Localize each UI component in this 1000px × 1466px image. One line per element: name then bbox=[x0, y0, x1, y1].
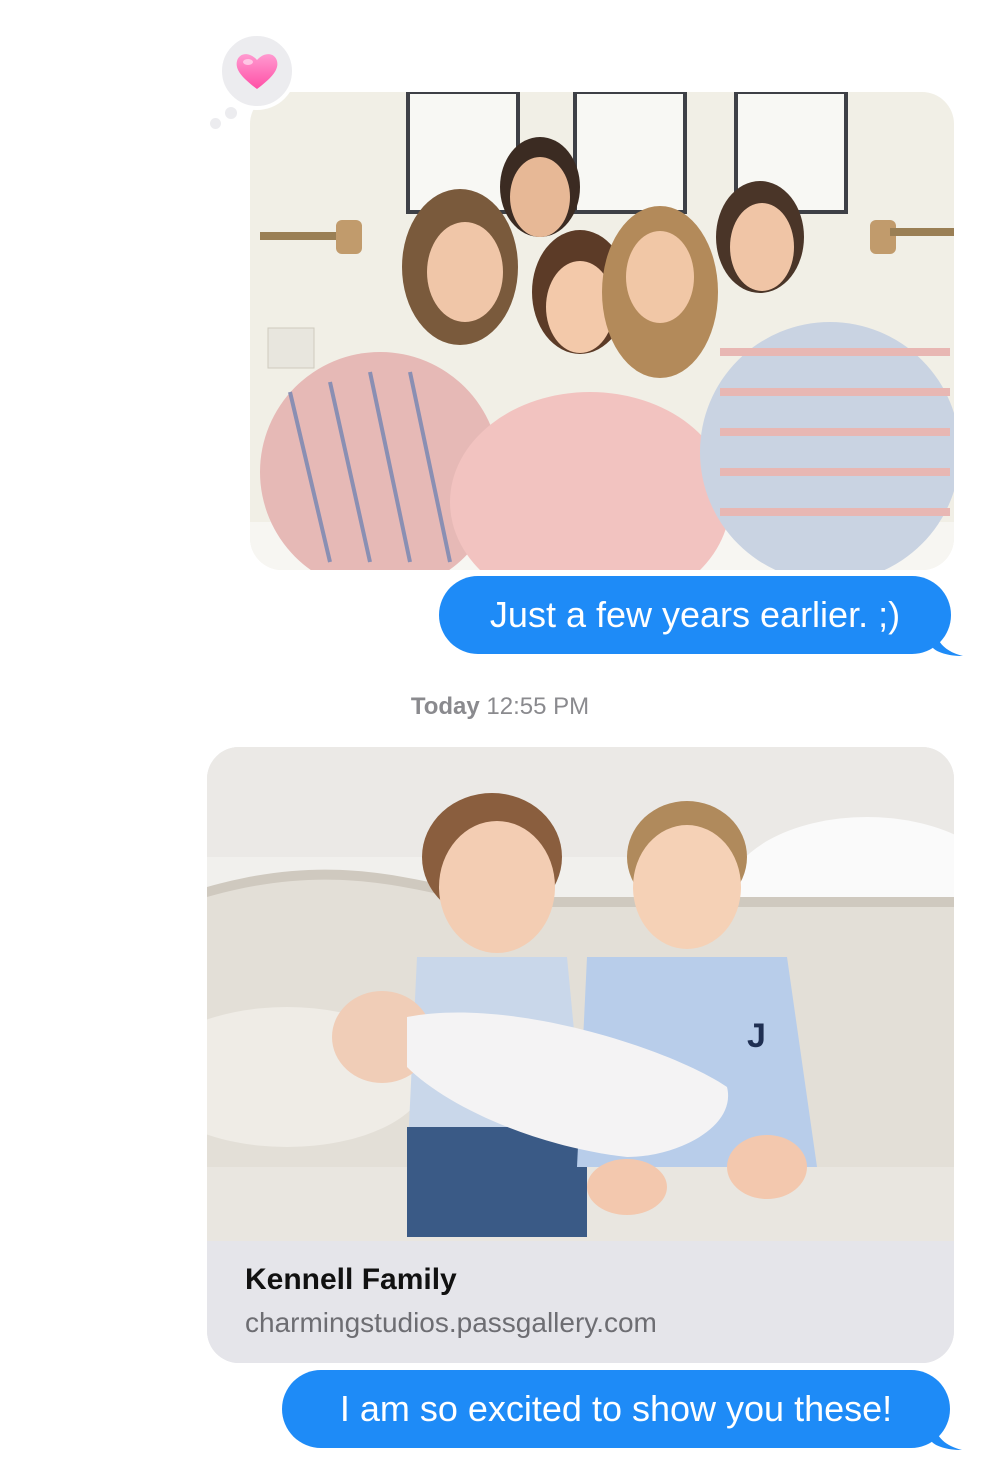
tapback-reaction[interactable] bbox=[218, 32, 296, 110]
timestamp-day: Today bbox=[410, 693, 480, 720]
heart-icon bbox=[236, 54, 278, 89]
timestamp-time: 12:55 PM bbox=[486, 693, 590, 720]
tapback-tail-dot bbox=[210, 118, 221, 129]
message-text: I am so excited to show you these! bbox=[339, 1388, 893, 1429]
bubble-tail bbox=[932, 1420, 962, 1450]
group-photo[interactable] bbox=[250, 92, 954, 570]
messages-screen: Just a few years earlier. ;) Today 12:55… bbox=[0, 0, 1000, 1466]
message-text: Just a few years earlier. ;) bbox=[489, 594, 901, 635]
bubble-tail bbox=[933, 626, 963, 656]
link-preview-meta: Kennell Family charmingstudios.passgalle… bbox=[207, 1241, 954, 1363]
link-preview-image: J bbox=[207, 747, 954, 1241]
message-bubble[interactable]: I am so excited to show you these! bbox=[282, 1370, 962, 1450]
timestamp: Today 12:55 PM bbox=[0, 693, 1000, 721]
link-title: Kennell Family bbox=[245, 1263, 457, 1296]
svg-text:J: J bbox=[747, 1017, 766, 1055]
tapback-tail-dot bbox=[222, 104, 240, 122]
link-preview-card[interactable]: J Kennell Family charmingstudios.passgal… bbox=[207, 747, 954, 1363]
link-url: charmingstudios.passgallery.com bbox=[245, 1307, 657, 1338]
message-bubble[interactable]: Just a few years earlier. ;) bbox=[439, 576, 963, 656]
